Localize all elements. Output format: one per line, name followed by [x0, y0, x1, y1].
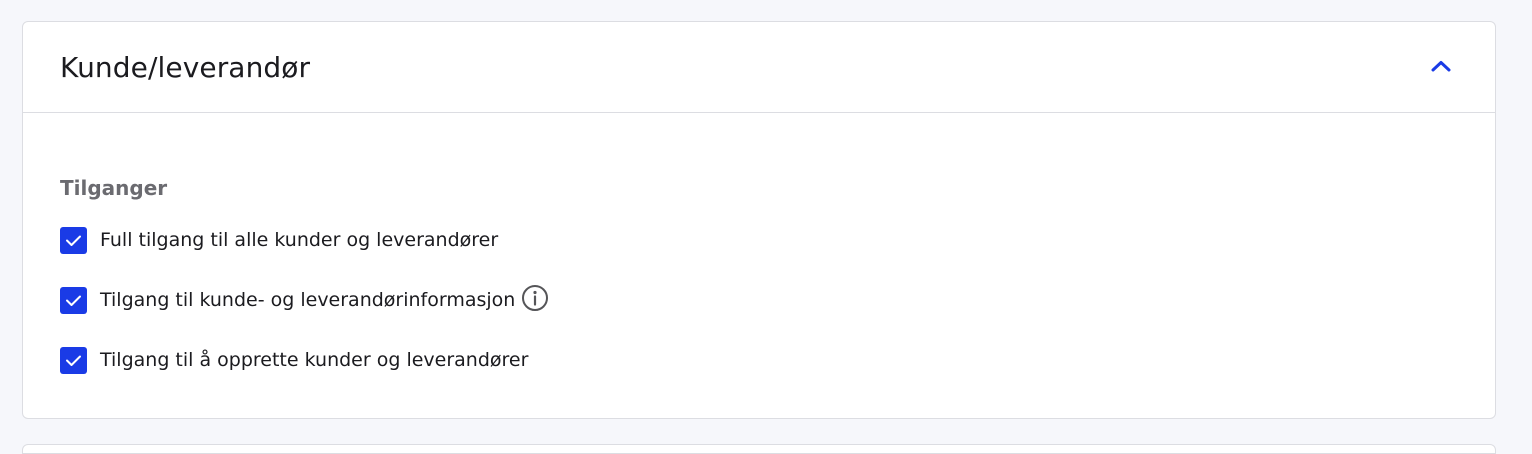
permission-section-card: Kunde/leverandør Tilganger Full tilgang … — [22, 21, 1496, 419]
create-access-checkbox[interactable] — [60, 346, 87, 374]
chevron-up-icon — [1430, 59, 1452, 76]
permissions-heading: Tilganger — [60, 176, 168, 200]
checkmark-icon — [66, 355, 81, 366]
info-access-checkbox[interactable] — [60, 286, 87, 314]
permission-row-info-access: Tilgang til kunde- og leverandørinformas… — [60, 284, 1495, 314]
info-access-label[interactable]: Tilgang til kunde- og leverandørinformas… — [100, 288, 515, 312]
info-button[interactable] — [521, 284, 549, 312]
collapse-button[interactable] — [1423, 49, 1459, 85]
permission-row-full-access: Full tilgang til alle kunder og leverand… — [60, 226, 1495, 254]
section-title: Kunde/leverandør — [60, 50, 311, 84]
permission-row-create-access: Tilgang til å opprette kunder og leveran… — [60, 346, 1495, 374]
create-access-label[interactable]: Tilgang til å opprette kunder og leveran… — [100, 348, 528, 372]
section-body: Tilganger Full tilgang til alle kunder o… — [23, 113, 1495, 374]
full-access-label[interactable]: Full tilgang til alle kunder og leverand… — [100, 228, 498, 252]
info-circle-icon — [522, 285, 549, 311]
section-header[interactable]: Kunde/leverandør — [23, 22, 1495, 113]
checkmark-icon — [66, 235, 81, 246]
full-access-checkbox[interactable] — [60, 226, 87, 254]
checkmark-icon — [66, 295, 81, 306]
